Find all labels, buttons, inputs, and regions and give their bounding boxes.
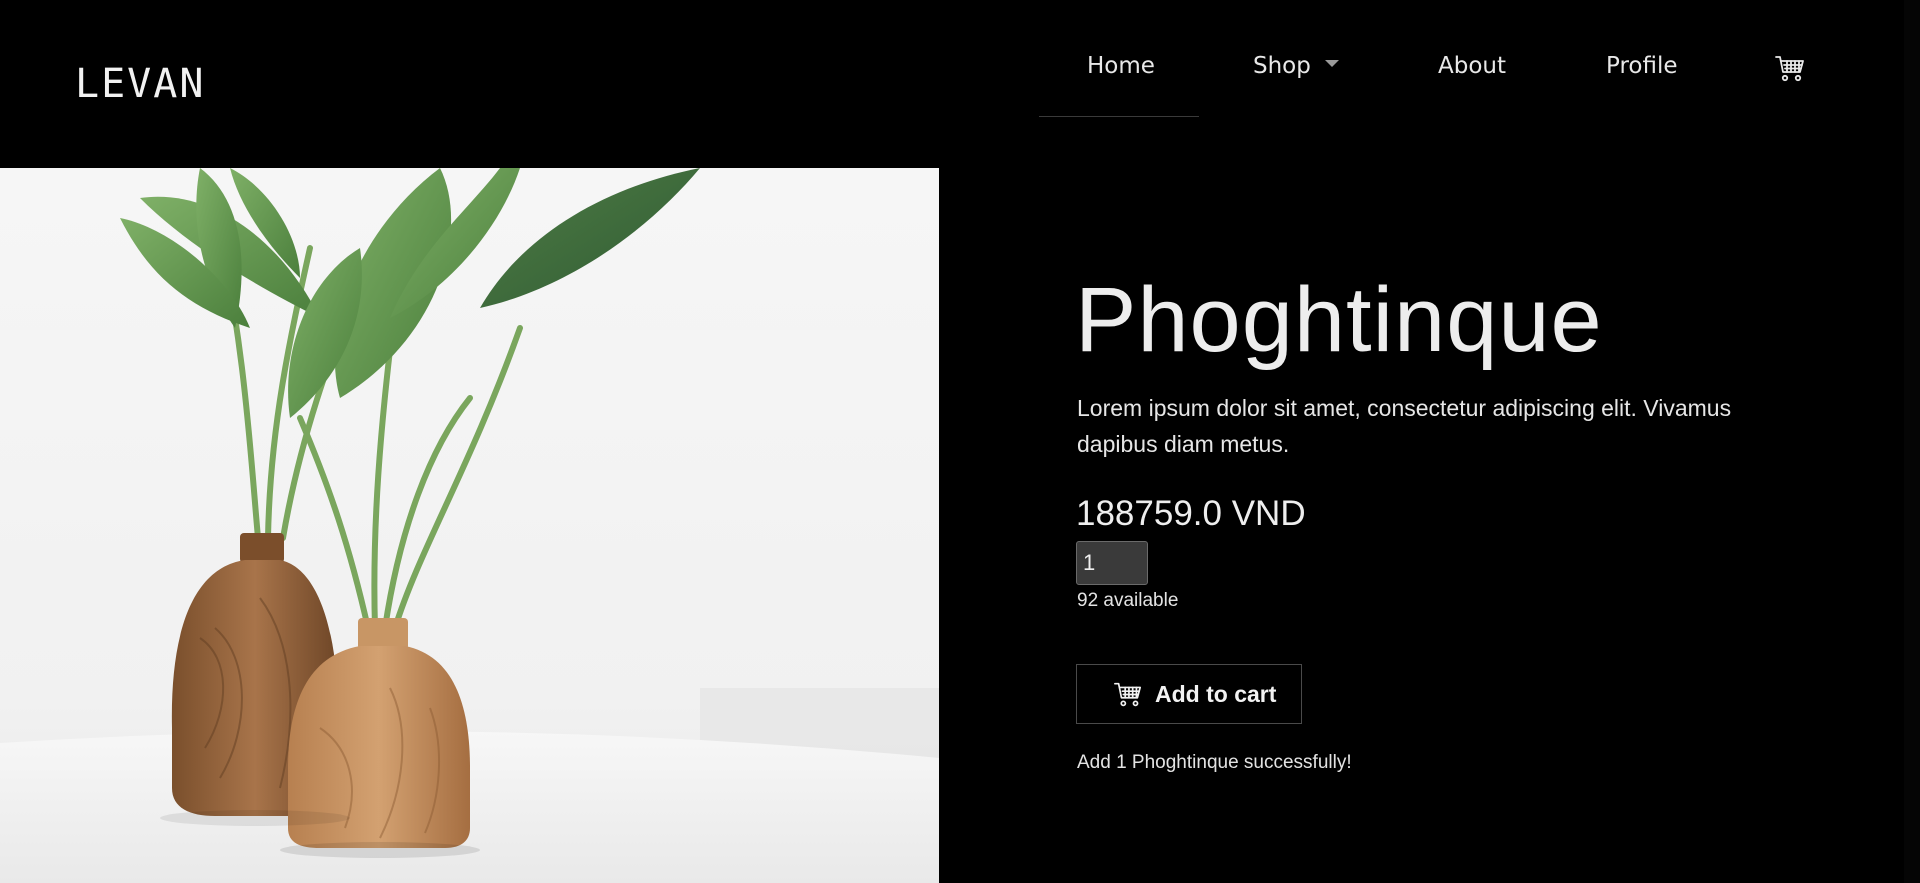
product-page: LEVAN Home Shop About Profile Phoghtinqu… — [0, 0, 1920, 883]
quantity-input[interactable] — [1076, 541, 1148, 585]
nav-shop-link[interactable]: Shop — [1253, 48, 1339, 84]
nav-active-underline — [1039, 116, 1199, 117]
nav-about-link[interactable]: About — [1438, 48, 1506, 84]
cart-success-message: Add 1 Phoghtinque successfully! — [1077, 752, 1352, 773]
chevron-down-icon — [1324, 60, 1339, 67]
nav-profile-link[interactable]: Profile — [1606, 48, 1678, 84]
plant-vases-illustration — [0, 168, 939, 883]
add-to-cart-button[interactable]: Add to cart — [1076, 664, 1302, 724]
cart-icon — [1114, 682, 1142, 707]
cart-link[interactable] — [1774, 52, 1806, 84]
product-description: Lorem ipsum dolor sit amet, consectetur … — [1077, 395, 1732, 457]
site-header: LEVAN Home Shop About Profile — [0, 0, 1920, 168]
cart-icon — [1775, 56, 1804, 82]
product-title: Phoghtinque — [1075, 269, 1603, 371]
product-image — [0, 168, 939, 883]
main-nav: Home Shop About Profile — [0, 0, 1920, 168]
stock-available: 92 available — [1077, 590, 1179, 611]
add-to-cart-label: Add to cart — [1155, 680, 1277, 707]
nav-shop-label: Shop — [1253, 53, 1311, 79]
product-price: 188759.0 VND — [1076, 494, 1306, 533]
page-scrollbar[interactable] — [1904, 0, 1920, 883]
nav-home-link[interactable]: Home — [1087, 48, 1155, 84]
